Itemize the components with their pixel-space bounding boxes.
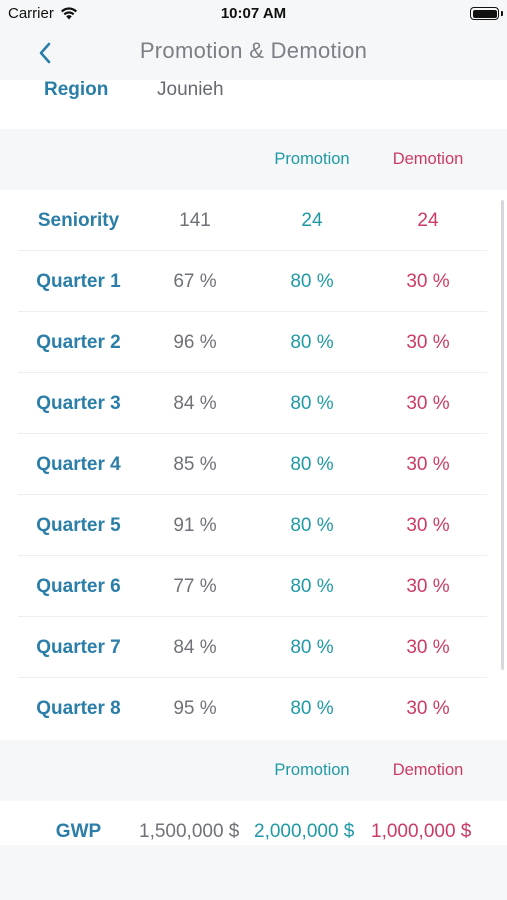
row-demotion: 30 % xyxy=(406,332,450,353)
row-demotion: 30 % xyxy=(406,576,450,597)
row-demotion: 30 % xyxy=(406,271,450,292)
row-label: Seniority xyxy=(37,210,120,231)
row-value: 67 % xyxy=(173,271,217,292)
gwp-label: GWP xyxy=(55,821,102,842)
table-row: Quarter 7 84 % 80 % 30 % xyxy=(0,617,507,678)
region-label: Region xyxy=(44,79,109,100)
table-row: Quarter 6 77 % 80 % 30 % xyxy=(0,556,507,617)
table-row: Quarter 5 91 % 80 % 30 % xyxy=(0,495,507,556)
row-value: 141 xyxy=(179,210,211,231)
gwp-row: GWP 1,500,000 $ 2,000,000 $ 1,000,000 $ xyxy=(0,801,507,845)
row-label: Quarter 7 xyxy=(36,637,121,658)
region-row: Region Jounieh xyxy=(0,79,507,129)
demotion-header: Demotion xyxy=(392,761,464,779)
gwp-demotion: 1,000,000 $ xyxy=(371,821,472,842)
row-value: 84 % xyxy=(173,393,217,414)
promotion-header: Promotion xyxy=(274,150,350,168)
row-promotion: 80 % xyxy=(290,515,334,536)
table-row: Quarter 2 96 % 80 % 30 % xyxy=(0,312,507,373)
row-label: Quarter 1 xyxy=(36,271,121,292)
stats-table: Seniority 141 24 24 Quarter 1 67 % 80 % … xyxy=(0,190,507,739)
battery-icon xyxy=(470,7,499,20)
row-value: 84 % xyxy=(173,637,217,658)
row-demotion: 30 % xyxy=(406,698,450,719)
row-label: Quarter 6 xyxy=(36,576,121,597)
row-label: Quarter 5 xyxy=(36,515,121,536)
row-value: 77 % xyxy=(173,576,217,597)
row-value: 95 % xyxy=(173,698,217,719)
row-promotion: 80 % xyxy=(290,332,334,353)
row-promotion: 24 xyxy=(301,210,323,231)
row-value: 85 % xyxy=(173,454,217,475)
row-promotion: 80 % xyxy=(290,393,334,414)
table-row: Quarter 1 67 % 80 % 30 % xyxy=(0,251,507,312)
row-demotion: 30 % xyxy=(406,454,450,475)
row-value: 96 % xyxy=(173,332,217,353)
row-demotion: 30 % xyxy=(406,393,450,414)
row-demotion: 30 % xyxy=(406,637,450,658)
table-row: Quarter 3 84 % 80 % 30 % xyxy=(0,373,507,434)
demotion-header: Demotion xyxy=(392,150,464,168)
row-label: Quarter 8 xyxy=(36,698,121,719)
navigation-bar: Promotion & Demotion xyxy=(0,28,507,80)
row-promotion: 80 % xyxy=(290,576,334,597)
row-label: Quarter 4 xyxy=(36,454,121,475)
status-bar: Carrier 10:07 AM xyxy=(0,0,507,28)
row-label: Quarter 2 xyxy=(36,332,121,353)
page-title: Promotion & Demotion xyxy=(139,38,368,63)
gwp-header: Promotion Demotion xyxy=(0,740,507,801)
gwp-promotion: 2,000,000 $ xyxy=(254,821,355,842)
row-label: Quarter 3 xyxy=(36,393,121,414)
table-row: Quarter 4 85 % 80 % 30 % xyxy=(0,434,507,495)
table-row: Seniority 141 24 24 xyxy=(0,190,507,251)
status-time: 10:07 AM xyxy=(220,5,287,22)
table-row: Quarter 8 95 % 80 % 30 % xyxy=(0,678,507,739)
promotion-header: Promotion xyxy=(274,761,350,779)
region-value: Jounieh xyxy=(157,79,224,100)
row-demotion: 24 xyxy=(417,210,439,231)
table-header: Promotion Demotion xyxy=(0,129,507,190)
row-promotion: 80 % xyxy=(290,637,334,658)
row-promotion: 80 % xyxy=(290,271,334,292)
gwp-value: 1,500,000 $ xyxy=(139,821,240,842)
row-promotion: 80 % xyxy=(290,698,334,719)
row-value: 91 % xyxy=(173,515,217,536)
scrollbar[interactable] xyxy=(501,200,504,670)
row-promotion: 80 % xyxy=(290,454,334,475)
footer-area xyxy=(0,845,507,900)
battery-cap xyxy=(501,11,503,16)
row-demotion: 30 % xyxy=(406,515,450,536)
